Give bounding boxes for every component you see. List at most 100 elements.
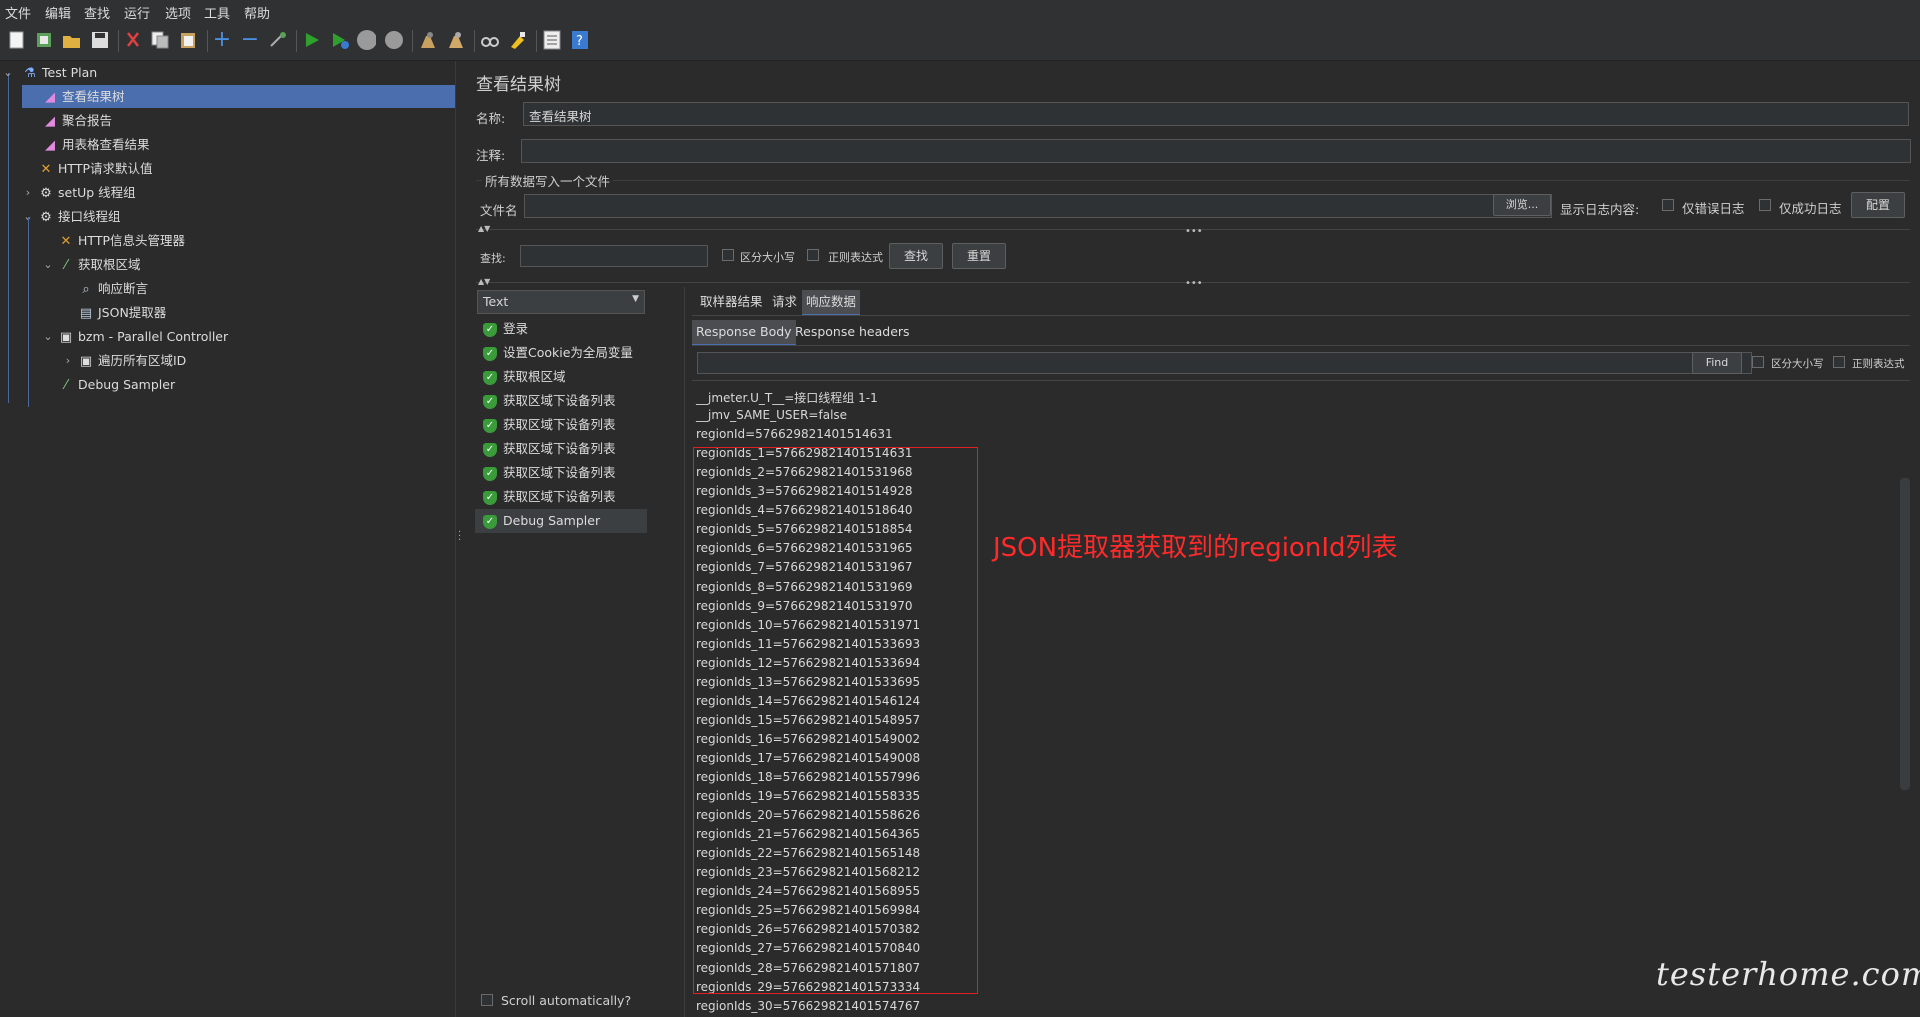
comment-field[interactable] xyxy=(521,139,1911,163)
chevron-right-icon[interactable]: › xyxy=(62,349,74,372)
toggle-icon[interactable] xyxy=(268,30,288,50)
inner-split-divider[interactable] xyxy=(684,287,685,1017)
success-only-checkbox[interactable] xyxy=(1759,199,1771,211)
response-line: __jmv_SAME_USER=false xyxy=(696,408,848,423)
copy-icon[interactable] xyxy=(150,30,170,50)
tree-node-json-extractor[interactable]: ▤ JSON提取器 xyxy=(62,301,362,324)
menu-run[interactable]: 运行 xyxy=(124,3,150,22)
save-icon[interactable] xyxy=(90,30,110,50)
success-shield-icon: ✓ xyxy=(483,466,497,481)
tab-response-body[interactable]: Response Body xyxy=(692,320,796,346)
errors-only-checkbox[interactable] xyxy=(1662,199,1674,211)
expand-icon[interactable]: + xyxy=(212,29,232,51)
menu-options[interactable]: 选项 xyxy=(165,3,191,22)
collapse-icon[interactable]: − xyxy=(240,29,260,51)
tree-node-response-assertion[interactable]: ⌕ 响应断言 xyxy=(62,277,362,300)
open-icon[interactable] xyxy=(62,30,82,50)
find-case-sensitive-checkbox[interactable] xyxy=(1752,356,1764,368)
reset-button[interactable]: 重置 xyxy=(952,243,1006,269)
chart-icon: ◢ xyxy=(45,89,55,105)
success-shield-icon: ✓ xyxy=(483,322,497,337)
new-icon[interactable] xyxy=(7,30,27,50)
pipette-icon: ⁄ xyxy=(64,257,68,273)
start-no-pause-icon[interactable] xyxy=(330,30,350,50)
help-icon[interactable]: ? xyxy=(570,30,590,50)
regex-checkbox[interactable] xyxy=(807,249,819,261)
chart-icon: ◢ xyxy=(45,137,55,153)
split-handle-icon[interactable]: ••• xyxy=(1185,278,1203,289)
search-button[interactable]: 查找 xyxy=(889,243,943,269)
renderer-select[interactable]: Text ▼ xyxy=(477,290,645,314)
pipette-icon: ⁄ xyxy=(64,377,68,393)
tree-node-foreach-region-id[interactable]: › ▣ 遍历所有区域ID xyxy=(62,349,362,372)
split-handle-icon[interactable]: ••• xyxy=(1185,226,1203,237)
chevron-down-icon[interactable]: ⌄ xyxy=(2,61,14,84)
success-shield-icon: ✓ xyxy=(483,514,497,529)
tree-node-setup-thread-group[interactable]: › ⚙ setUp 线程组 xyxy=(22,181,322,204)
sample-item[interactable]: ✓ 获取根区域 xyxy=(475,365,647,389)
response-find-field[interactable] xyxy=(697,352,1752,374)
tab-sampler-result[interactable]: 取样器结果 xyxy=(696,290,767,314)
chart-icon: ◢ xyxy=(45,113,55,129)
find-button[interactable]: Find xyxy=(1692,352,1742,374)
configure-button[interactable]: 配置 xyxy=(1851,192,1905,218)
sample-item[interactable]: ✓ 获取区域下设备列表 xyxy=(475,485,647,509)
start-icon[interactable] xyxy=(302,30,322,50)
menu-edit[interactable]: 编辑 xyxy=(45,3,71,22)
search-icon[interactable] xyxy=(480,30,500,50)
reset-search-icon[interactable] xyxy=(508,30,528,50)
response-line: __jmeter.U_T__=接口线程组 1-1 xyxy=(696,391,878,405)
success-shield-icon: ✓ xyxy=(483,418,497,433)
response-scrollbar[interactable] xyxy=(1900,478,1910,790)
tree-node-http-header-manager[interactable]: ✕ HTTP信息头管理器 xyxy=(42,229,342,252)
search-field[interactable] xyxy=(520,245,708,267)
sample-item[interactable]: ✓ 获取区域下设备列表 xyxy=(475,461,647,485)
test-plan-tree: ⌄ ⚗ Test Plan ◢ 查看结果树 ◢ 聚合报告 ◢ 用表格查看结果 ✕ HTTP… xyxy=(0,61,455,1017)
sample-item[interactable]: ✓ 获取区域下设备列表 xyxy=(475,413,647,437)
sample-item-selected[interactable]: ✓ Debug Sampler xyxy=(475,509,647,533)
menu-tools[interactable]: 工具 xyxy=(204,3,230,22)
tools-icon: ✕ xyxy=(60,233,72,249)
menu-file[interactable]: 文件 xyxy=(5,3,31,22)
paste-icon[interactable] xyxy=(178,30,198,50)
clear-icon[interactable] xyxy=(418,30,438,50)
browse-button[interactable]: 浏览... xyxy=(1493,194,1551,216)
find-case-sensitive-label: 区分大小写 xyxy=(1771,358,1824,370)
clear-all-icon[interactable] xyxy=(446,30,466,50)
tab-request[interactable]: 请求 xyxy=(768,290,801,314)
tree-node-parallel-controller[interactable]: ⌄ ▣ bzm - Parallel Controller xyxy=(42,325,362,348)
chevron-down-icon[interactable]: ⌄ xyxy=(42,325,54,348)
find-regex-checkbox[interactable] xyxy=(1833,356,1845,368)
tools-icon: ✕ xyxy=(40,161,52,177)
errors-only-label: 仅错误日志 xyxy=(1682,201,1745,216)
menu-help[interactable]: 帮助 xyxy=(244,3,270,22)
chevron-right-icon[interactable]: › xyxy=(22,181,34,204)
filename-field[interactable] xyxy=(524,194,1552,218)
case-sensitive-checkbox[interactable] xyxy=(722,249,734,261)
sample-item[interactable]: ✓ 设置Cookie为全局变量 xyxy=(475,341,647,365)
sample-item[interactable]: ✓ 获取区域下设备列表 xyxy=(475,389,647,413)
stop-icon[interactable] xyxy=(356,30,376,50)
template-icon[interactable] xyxy=(34,30,54,50)
sample-item[interactable]: ✓ 登录 xyxy=(475,317,647,341)
split-arrows-icon[interactable]: ▲▼ xyxy=(478,277,490,286)
cut-icon[interactable] xyxy=(123,30,143,50)
shutdown-icon[interactable] xyxy=(384,30,404,50)
tree-node-test-plan[interactable]: ⌄ ⚗ Test Plan xyxy=(0,61,455,84)
gear-icon: ⚙ xyxy=(40,185,52,201)
tree-node-view-results-tree[interactable]: ◢ 查看结果树 xyxy=(22,85,455,108)
menu-search[interactable]: 查找 xyxy=(84,3,110,22)
tree-node-debug-sampler[interactable]: ⁄ Debug Sampler xyxy=(42,373,342,396)
function-helper-icon[interactable] xyxy=(542,30,562,50)
file-group-label: 所有数据写入一个文件 xyxy=(482,171,614,190)
tab-response-data[interactable]: 响应数据 xyxy=(802,290,861,316)
sample-item[interactable]: ✓ 获取区域下设备列表 xyxy=(475,437,647,461)
menu-bar: 文件 编辑 查找 运行 选项 工具 帮助 xyxy=(0,0,1920,22)
tab-response-headers[interactable]: Response headers xyxy=(791,320,914,344)
tree-node-api-thread-group[interactable]: ⌄ ⚙接口线程组 xyxy=(22,205,322,228)
chevron-down-icon[interactable]: ⌄ xyxy=(42,253,54,276)
name-field[interactable]: 查看结果树 xyxy=(523,102,1909,126)
split-arrows-icon[interactable]: ▲▼ xyxy=(478,224,490,233)
tree-node-get-root-region[interactable]: ⌄ ⁄ 获取根区域 xyxy=(42,253,342,276)
scroll-auto-checkbox[interactable] xyxy=(481,994,493,1006)
